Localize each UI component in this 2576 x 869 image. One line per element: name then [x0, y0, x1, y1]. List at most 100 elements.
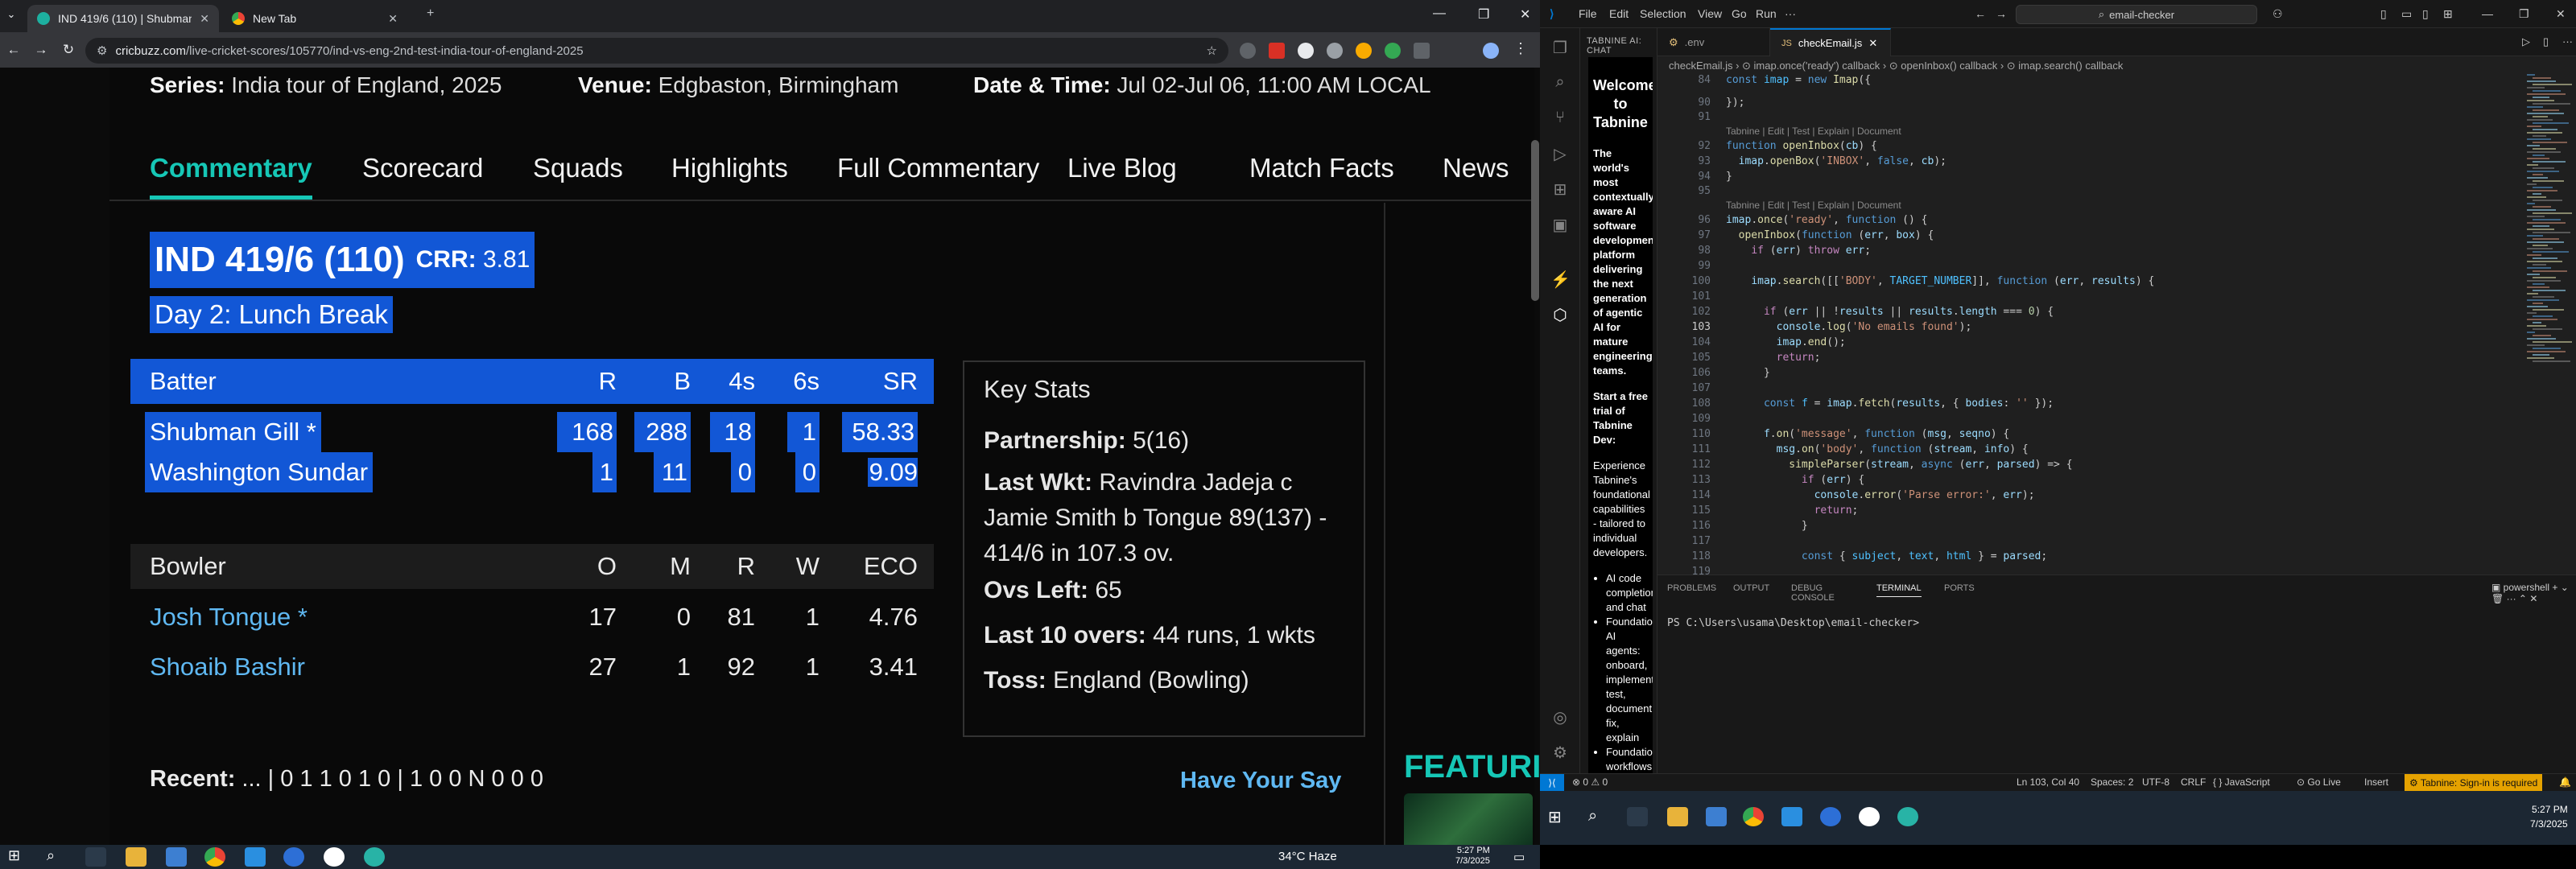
remote-explorer-icon[interactable]: ▣ [1550, 215, 1570, 234]
trash-icon[interactable]: 🗑 [2491, 593, 2504, 604]
minimize-icon[interactable]: — [1433, 6, 1446, 21]
red-extension-icon[interactable] [1269, 43, 1285, 59]
tab-full-commentary[interactable]: Full Commentary [837, 153, 1039, 183]
go-live-button[interactable]: ⊙ Go Live [2297, 776, 2341, 788]
reload-icon[interactable]: ↻ [55, 42, 82, 58]
menu-run[interactable]: Run [1756, 7, 1777, 20]
bowler-name-link[interactable]: Shoaib Bashir [150, 647, 305, 687]
chrome-taskbar-icon[interactable] [1743, 807, 1764, 826]
tab-match-facts[interactable]: Match Facts [1249, 153, 1394, 183]
tab-commentary[interactable]: Commentary [150, 153, 312, 200]
code-editor[interactable]: 84 90 91 92 93 94 95 96 97 98 99 100 101 102 103 104 105… [1657, 74, 2576, 575]
remote-indicator-icon[interactable]: ⟩⟨ [1540, 774, 1564, 792]
windows-start-icon[interactable]: ⊞ [8, 847, 29, 867]
batter-name-link[interactable]: Washington Sundar [145, 452, 374, 492]
clock[interactable]: 5:27 PM 7/3/2025 [2530, 802, 2568, 831]
breadcrumb[interactable]: checkEmail.js › ⊙ imap.once('ready') cal… [1669, 60, 2123, 72]
command-center-search[interactable]: ⌕ email-checker [2016, 5, 2257, 24]
live-share-icon[interactable]: ⚡ [1550, 270, 1571, 289]
close-panel-icon[interactable]: ✕ [2529, 593, 2537, 604]
source-control-icon[interactable]: ⑂ [1550, 109, 1570, 128]
task-view-icon[interactable] [1627, 807, 1648, 826]
file-explorer-icon[interactable] [1667, 807, 1688, 826]
panel-tab-output[interactable]: OUTPUT [1733, 583, 1769, 593]
forward-icon[interactable]: → [27, 42, 55, 58]
bookmark-star-icon[interactable]: ☆ [1207, 43, 1217, 58]
tab-env[interactable]: ⚙ .env [1657, 28, 1770, 56]
explorer-icon[interactable]: ❐ [1550, 38, 1570, 57]
panel-tab-problems[interactable]: PROBLEMS [1667, 583, 1716, 593]
have-your-say-link[interactable]: Have Your Say [1180, 768, 1341, 794]
terminal-shell-selector[interactable]: ▣ powershell + ⌄ 🗑 ··· ⌃ ✕ [2491, 582, 2576, 604]
green-extension-icon[interactable] [1385, 43, 1401, 59]
menu-more[interactable]: ··· [1785, 7, 1796, 20]
close-window-icon[interactable]: ✕ [1520, 6, 1530, 23]
panel-more-icon[interactable]: ··· [2507, 593, 2516, 604]
yellow-extension-icon[interactable] [1356, 43, 1372, 59]
toggle-secondary-icon[interactable]: ▯ [2422, 7, 2429, 21]
search-view-icon[interactable]: ⌕ [1550, 73, 1570, 93]
vscode-close-icon[interactable]: ✕ [2556, 7, 2566, 21]
tab-highlights[interactable]: Highlights [671, 153, 788, 183]
featured-thumbnail[interactable] [1404, 793, 1533, 845]
maximize-panel-icon[interactable]: ⌃ [2519, 593, 2527, 604]
codelens[interactable]: Tabnine | Edit | Test | Explain | Docume… [1726, 126, 1901, 137]
incognito-extension-icon[interactable] [1240, 43, 1256, 59]
close-tab-icon[interactable]: ✕ [1868, 37, 1877, 50]
search-icon[interactable]: ⌕ [1588, 807, 1609, 826]
windows-start-icon[interactable]: ⊞ [1548, 807, 1569, 826]
tab-search-icon[interactable]: ⌄ [3, 8, 19, 21]
maximize-icon[interactable]: ❐ [1478, 6, 1489, 23]
clock[interactable]: 5:27 PM 7/3/2025 [1455, 846, 1490, 867]
end-of-line[interactable]: CRLF [2181, 776, 2206, 788]
vscode-taskbar-icon[interactable] [245, 847, 266, 867]
cursor-position[interactable]: Ln 103, Col 40 [2017, 776, 2079, 788]
toggle-panel-icon[interactable]: ▭ [2401, 7, 2412, 21]
task-view-icon[interactable] [85, 847, 106, 867]
app-taskbar-icon[interactable] [324, 847, 345, 867]
customize-layout-icon[interactable]: ⊞ [2443, 7, 2453, 21]
chrome-taskbar-icon[interactable] [204, 847, 225, 867]
toggle-sidebar-icon[interactable]: ▯ [2380, 7, 2387, 21]
accounts-icon[interactable]: ◎ [1550, 707, 1570, 727]
run-file-icon[interactable]: ▷ [2522, 35, 2530, 48]
menu-view[interactable]: View [1698, 7, 1722, 20]
app-taskbar-icon[interactable] [1859, 807, 1880, 826]
vscode-taskbar-icon[interactable] [1781, 807, 1802, 826]
split-editor-icon[interactable]: ▯ [2543, 35, 2549, 48]
tabnine-icon[interactable]: ⬡ [1550, 305, 1570, 324]
run-debug-icon[interactable]: ▷ [1550, 144, 1570, 163]
vscode-minimize-icon[interactable]: — [2482, 7, 2493, 20]
tabnine-taskbar-icon[interactable] [1897, 807, 1918, 826]
extensions-icon[interactable]: ⊞ [1550, 179, 1570, 199]
panel-tab-debug-console[interactable]: DEBUG CONSOLE [1791, 583, 1835, 603]
notifications-bell-icon[interactable]: 🔔 [2559, 776, 2571, 788]
site-info-icon[interactable]: ⚙ [97, 43, 107, 58]
chrome-menu-icon[interactable]: ⋮ [1513, 40, 1530, 56]
tab-news[interactable]: News [1443, 153, 1509, 183]
puzzle-extensions-icon[interactable] [1414, 43, 1430, 59]
tab-squads[interactable]: Squads [533, 153, 623, 183]
fd-extension-icon[interactable] [1298, 43, 1314, 59]
store-icon[interactable] [166, 847, 187, 867]
vscode-maximize-icon[interactable]: ❐ [2519, 7, 2529, 21]
encoding[interactable]: UTF-8 [2142, 776, 2169, 788]
store-icon[interactable] [1706, 807, 1727, 826]
tabnine-signin-status[interactable]: ⚙ Tabnine: Sign-in is required [2405, 774, 2543, 792]
new-terminal-icon[interactable]: + ⌄ [2552, 582, 2568, 593]
problems-count[interactable]: ⊗ 0 ⚠ 0 [1572, 776, 1608, 788]
language-mode[interactable]: { } JavaScript [2213, 776, 2270, 788]
terminal-prompt[interactable]: PS C:\Users\usama\Desktop\email-checker> [1667, 617, 1919, 629]
chrome-tab-newtab[interactable]: New Tab ✕ [222, 5, 407, 32]
tab-checkemail[interactable]: JS checkEmail.js ✕ [1770, 28, 1891, 56]
page-scrollbar[interactable] [1531, 140, 1539, 301]
back-nav-icon[interactable]: ← [1975, 7, 1986, 20]
menu-edit[interactable]: Edit [1609, 7, 1629, 20]
zoom-taskbar-icon[interactable] [1820, 807, 1841, 826]
menu-file[interactable]: File [1579, 7, 1597, 20]
tab-scorecard[interactable]: Scorecard [362, 153, 483, 183]
codelens[interactable]: Tabnine | Edit | Test | Explain | Docume… [1726, 200, 1901, 211]
insert-mode[interactable]: Insert [2364, 776, 2388, 788]
batter-name-link[interactable]: Shubman Gill * [145, 412, 321, 452]
file-explorer-icon[interactable] [126, 847, 147, 867]
